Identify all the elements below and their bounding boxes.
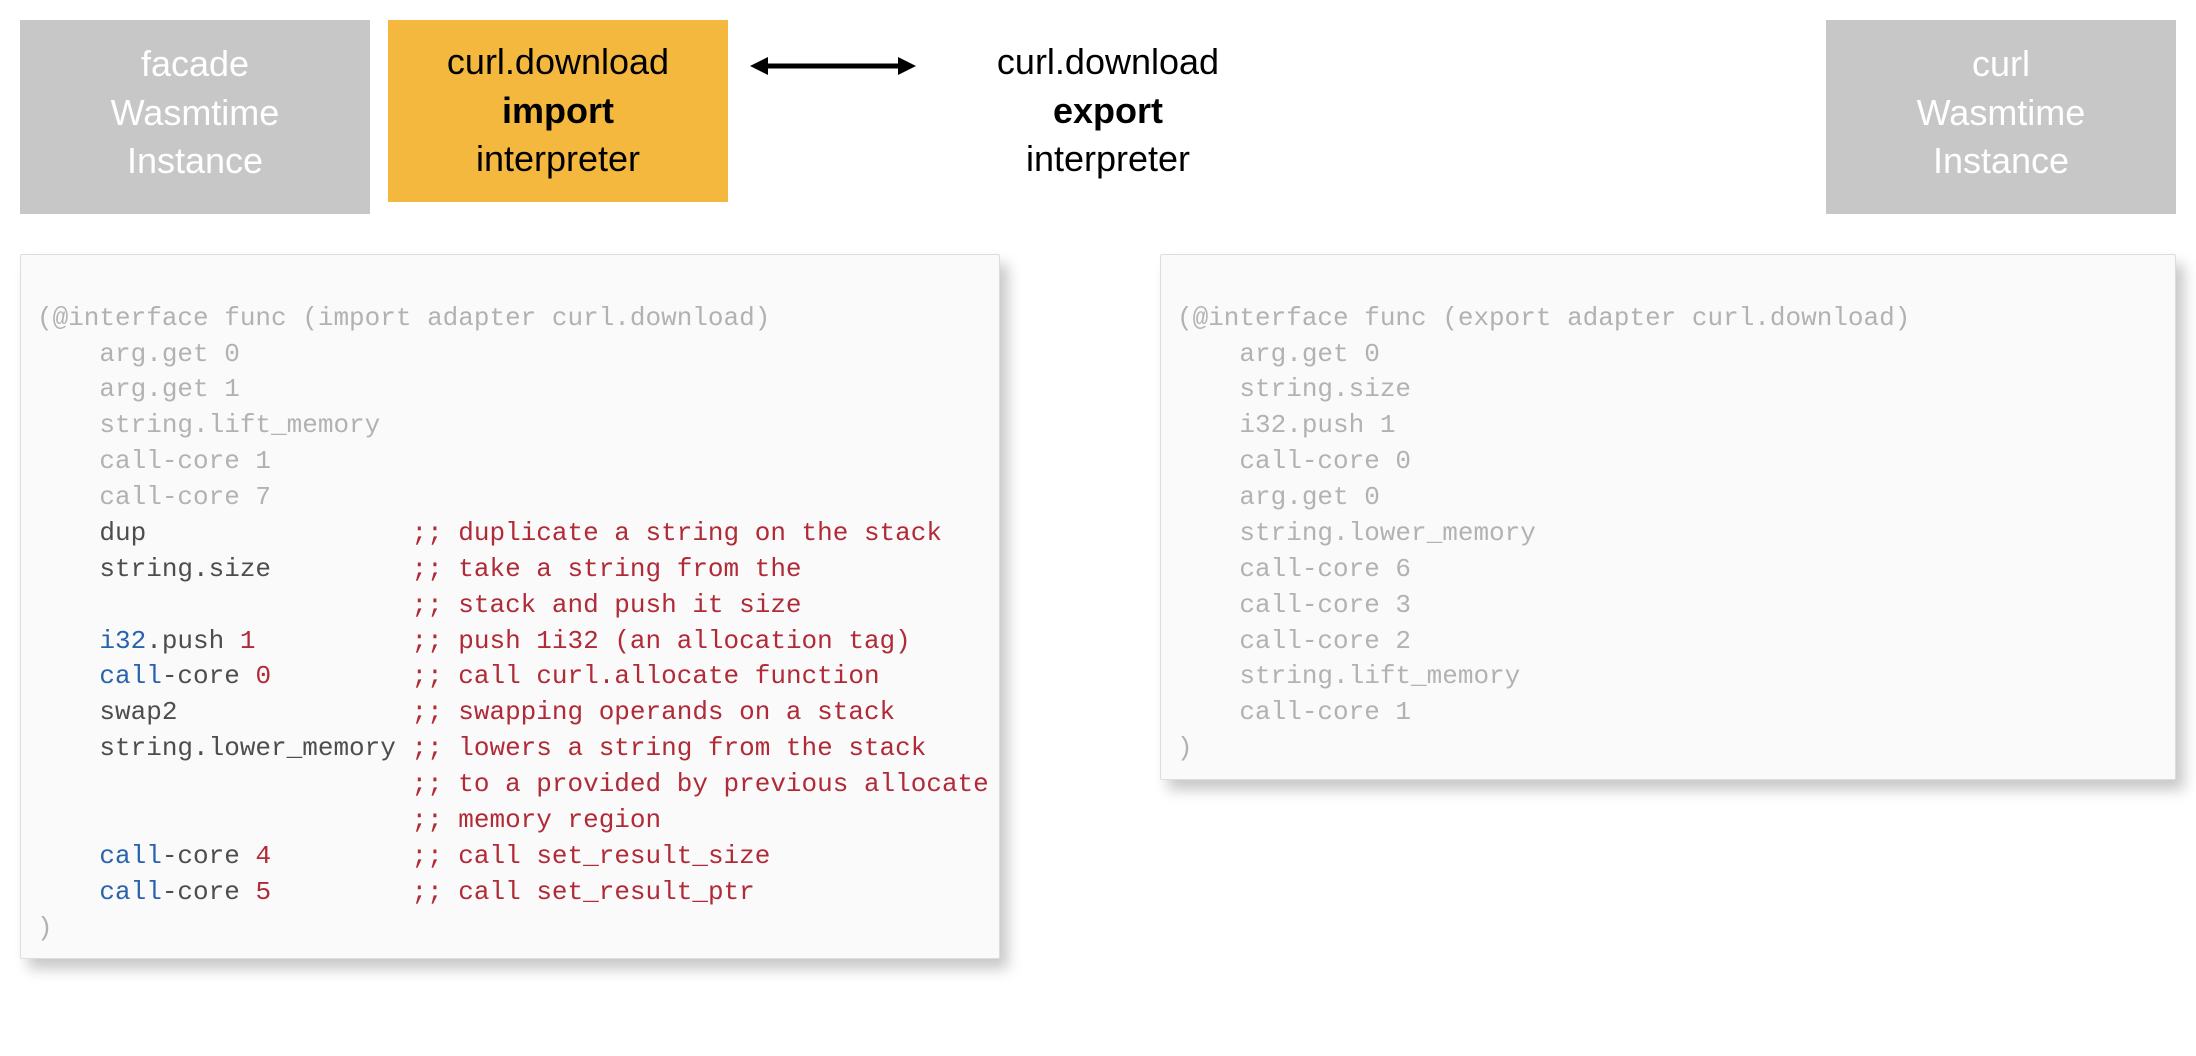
code-line: string.lower_memory ;; lowers a string f… [37, 731, 983, 767]
code-line: arg.get 0 [1177, 480, 2159, 516]
code-line: i32.push 1 ;; push 1i32 (an allocation t… [37, 624, 983, 660]
code-line: arg.get 0 [1177, 337, 2159, 373]
curl-subtitle: Wasmtime Instance [1854, 89, 2148, 186]
export-title: curl.download [966, 38, 1250, 87]
code-line: swap2 ;; swapping operands on a stack [37, 695, 983, 731]
code-line: string.size [1177, 372, 2159, 408]
code-footer: ) [37, 911, 983, 947]
export-interpreter-box: curl.download export interpreter [938, 20, 1278, 202]
code-line: ;; stack and push it size [37, 588, 983, 624]
code-footer: ) [1177, 731, 2159, 767]
export-adapter-code: (@interface func (export adapter curl.do… [1160, 254, 2176, 780]
code-line: call-core 4 ;; call set_result_size [37, 839, 983, 875]
top-row: facade Wasmtime Instance curl.download i… [20, 20, 2176, 214]
curl-title: curl [1854, 40, 2148, 89]
code-line: arg.get 0 [37, 337, 983, 373]
code-line: call-core 2 [1177, 624, 2159, 660]
export-subtitle: export interpreter [1026, 90, 1190, 180]
facade-subtitle: Wasmtime Instance [48, 89, 342, 186]
import-adapter-code: (@interface func (import adapter curl.do… [20, 254, 1000, 960]
code-header: (@interface func (export adapter curl.do… [1177, 301, 2159, 337]
code-line: call-core 1 [1177, 695, 2159, 731]
code-line: call-core 0 ;; call curl.allocate functi… [37, 659, 983, 695]
code-line: arg.get 1 [37, 372, 983, 408]
code-line: call-core 0 [1177, 444, 2159, 480]
facade-title: facade [48, 40, 342, 89]
code-line: string.lift_memory [1177, 659, 2159, 695]
code-line: string.lower_memory [1177, 516, 2159, 552]
code-line: ;; to a provided by previous allocate [37, 767, 983, 803]
code-line: ;; memory region [37, 803, 983, 839]
code-line: string.lift_memory [37, 408, 983, 444]
facade-instance-box: facade Wasmtime Instance [20, 20, 370, 214]
import-title: curl.download [416, 38, 700, 87]
code-line: call-core 5 ;; call set_result_ptr [37, 875, 983, 911]
code-line: call-core 6 [1177, 552, 2159, 588]
code-line: dup ;; duplicate a string on the stack [37, 516, 983, 552]
code-line: string.size ;; take a string from the [37, 552, 983, 588]
code-line: call-core 1 [37, 444, 983, 480]
curl-instance-box: curl Wasmtime Instance [1826, 20, 2176, 214]
import-subtitle: import interpreter [476, 90, 640, 180]
code-row: (@interface func (import adapter curl.do… [20, 254, 2176, 960]
import-interpreter-box: curl.download import interpreter [388, 20, 728, 202]
code-header: (@interface func (import adapter curl.do… [37, 301, 983, 337]
code-line: call-core 7 [37, 480, 983, 516]
double-arrow-icon [748, 20, 918, 100]
code-line: i32.push 1 [1177, 408, 2159, 444]
code-line: call-core 3 [1177, 588, 2159, 624]
